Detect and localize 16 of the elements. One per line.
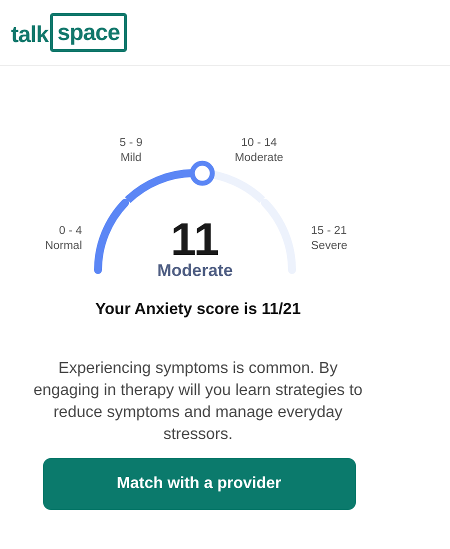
range-label: 10 - 14 — [240, 136, 278, 151]
gauge-knob — [190, 160, 215, 186]
logo-text: talk — [11, 23, 48, 49]
range-label: 5 - 9 — [118, 136, 144, 151]
severity-label: Moderate — [157, 262, 233, 279]
match-button[interactable]: Match with a provider — [42, 458, 356, 510]
logo-text: space — [50, 13, 127, 52]
range-label: Severe — [311, 239, 348, 254]
range-label: 15 - 21 — [311, 224, 348, 239]
score-value: 11 — [170, 216, 220, 262]
range-label: Normal — [44, 239, 82, 254]
range-label: Mild — [119, 151, 143, 166]
score-title: Your Anxiety score is 11/21 — [95, 300, 301, 320]
description-text: Experiencing symptoms is common. By engaging in therapy will you learn strategies to reduce symptoms and manage everyday stressors. — [32, 359, 364, 445]
range-label: Moderate — [234, 151, 284, 166]
range-label: 0 - 4 — [58, 224, 82, 239]
